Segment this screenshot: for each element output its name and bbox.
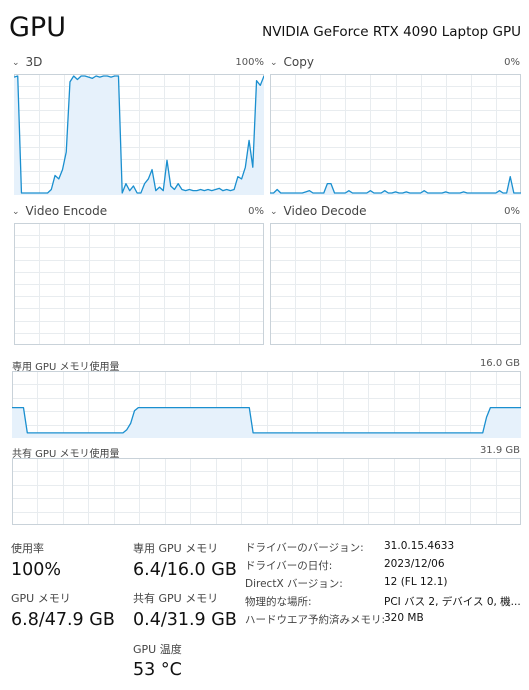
video-encode-label: Video Encode [25,204,108,218]
video-encode-graph [14,223,264,345]
engine-3d-max: 100% [235,57,264,68]
info-value: PCI バス 2, デバイス 0, 機... [384,596,521,608]
info-value: 31.0.15.4633 [384,540,455,552]
shared-memory-max: 31.9 GB [479,445,520,456]
shared-memory-stat-label: 共有 GPU メモリ [133,592,219,605]
video-encode-max: 0% [248,206,264,217]
engine-3d-graph [14,74,264,195]
video-decode-max: 0% [504,206,520,217]
video-encode-selector[interactable]: ⌄ Video Encode [12,204,107,218]
gpu-model-name: NVIDIA GeForce RTX 4090 Laptop GPU [262,24,521,40]
info-key: ドライバーのバージョン: [245,542,364,554]
dedicated-memory-stat-label: 専用 GPU メモリ [133,542,219,555]
chevron-down-icon: ⌄ [12,207,20,217]
copy-engine-series-line [270,175,521,194]
engine-3d-selector[interactable]: ⌄ 3D [12,55,42,69]
dedicated-memory-graph [12,371,521,438]
info-key: ハードウエア予約済みメモリ: [245,614,386,626]
video-decode-graph [270,223,521,345]
gpu-temperature-value: 53 °C [133,660,182,680]
info-key: ドライバーの日付: [245,560,333,572]
page-title: GPU [9,12,66,43]
gpu-memory-stat-label: GPU メモリ [11,592,71,605]
info-value: 320 MB [384,612,424,624]
info-key: 物理的な場所: [245,596,312,608]
shared-memory-stat-value: 0.4/31.9 GB [133,610,237,630]
gpu-temperature-label: GPU 温度 [133,643,182,656]
dedicated-memory-stat-value: 6.4/16.0 GB [133,560,237,580]
chevron-down-icon: ⌄ [12,58,20,68]
engine-3d-label: 3D [25,55,43,69]
info-key: DirectX バージョン: [245,578,343,590]
chevron-down-icon: ⌄ [270,58,278,68]
dedicated-memory-max: 16.0 GB [479,358,520,369]
gpu-memory-stat-value: 6.8/47.9 GB [11,610,115,630]
video-decode-selector[interactable]: ⌄ Video Decode [270,204,367,218]
info-value: 12 (FL 12.1) [384,576,448,588]
utilization-value: 100% [11,560,62,580]
shared-memory-graph [12,458,521,525]
copy-engine-label: Copy [283,55,314,69]
copy-engine-max: 0% [504,57,520,68]
copy-engine-graph [270,74,521,195]
utilization-label: 使用率 [11,542,44,555]
graph-border [270,74,521,195]
video-decode-label: Video Decode [283,204,367,218]
chevron-down-icon: ⌄ [270,207,278,217]
copy-engine-selector[interactable]: ⌄ Copy [270,55,314,69]
info-value: 2023/12/06 [384,558,445,570]
